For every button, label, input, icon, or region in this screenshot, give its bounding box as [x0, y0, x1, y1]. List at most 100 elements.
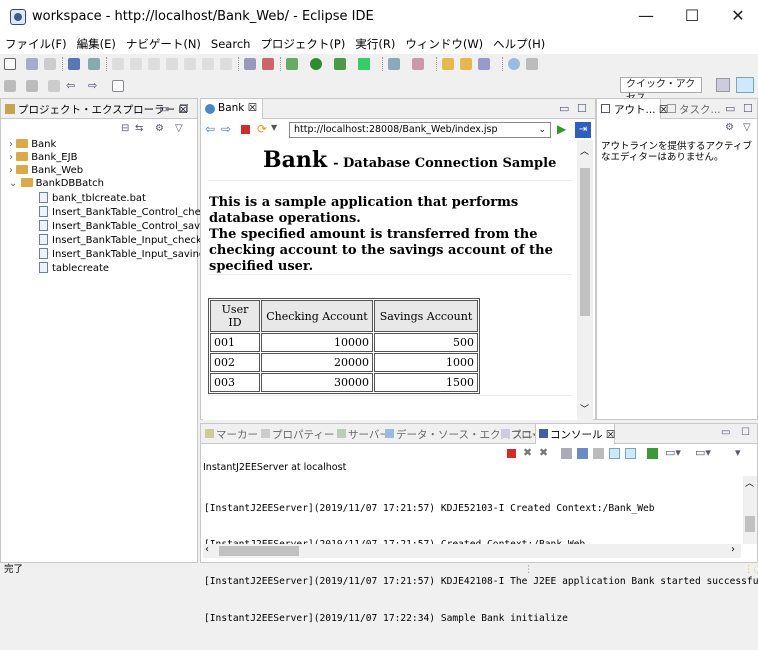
next-annotation-icon[interactable]: [4, 80, 16, 92]
pin-console-icon[interactable]: [647, 448, 658, 459]
remove-all-icon[interactable]: ✖: [539, 446, 548, 459]
view-menu-icon[interactable]: ▽: [175, 123, 183, 134]
menu-window[interactable]: ウィンドウ(W): [400, 34, 488, 54]
perspective-icon[interactable]: [716, 78, 730, 92]
bank-tab[interactable]: Bank ☒: [218, 102, 257, 114]
disconnect-icon[interactable]: [166, 58, 178, 70]
minimize-view-icon[interactable]: ▭: [725, 102, 735, 115]
show-on-stderr-icon[interactable]: [625, 448, 636, 459]
back-icon[interactable]: ⇦: [66, 80, 78, 92]
refresh-icon[interactable]: ⟳: [257, 122, 267, 136]
step-over-icon[interactable]: [202, 58, 214, 70]
maximize-view-icon[interactable]: ☐: [179, 102, 189, 115]
maximize-view-icon[interactable]: ☐: [743, 102, 753, 115]
scroll-right-icon[interactable]: ›: [731, 544, 735, 555]
tree-item-file[interactable]: tablecreate: [39, 262, 109, 275]
skip-breakpoints-icon[interactable]: [88, 58, 100, 70]
maximize-button[interactable]: ☐: [672, 4, 712, 28]
browser-menu-icon[interactable]: ⇥: [575, 122, 591, 138]
tree-item-bankdbbatch[interactable]: ⌄ BankDBBatch: [9, 178, 104, 190]
server-icon[interactable]: [244, 58, 256, 70]
scroll-lock-icon[interactable]: [577, 448, 588, 459]
scroll-up-icon[interactable]: ︿: [580, 144, 589, 157]
menu-run[interactable]: 実行(R): [350, 34, 400, 54]
open-type-icon[interactable]: [442, 58, 454, 70]
coverage-icon[interactable]: [334, 58, 346, 70]
minimize-editor-icon[interactable]: ▭: [559, 102, 569, 115]
console-tab[interactable]: コンソール ☒: [539, 427, 615, 442]
tree-item-file[interactable]: Insert_BankTable_Input_checking: [39, 234, 217, 247]
suspend-icon[interactable]: [130, 58, 142, 70]
open-perspective-icon[interactable]: [112, 80, 124, 92]
new-class-icon[interactable]: [388, 58, 400, 70]
minimize-view-icon[interactable]: ▭: [721, 427, 730, 438]
save-all-icon[interactable]: [44, 58, 56, 70]
scroll-thumb[interactable]: [580, 168, 590, 316]
run-icon[interactable]: [310, 58, 322, 70]
misc-icon[interactable]: [526, 58, 538, 70]
display-console-icon[interactable]: ▭▾: [665, 446, 681, 459]
open-console-icon[interactable]: ▭▾: [695, 446, 711, 459]
tool-icon[interactable]: [262, 58, 274, 70]
task-tab[interactable]: タスク...: [679, 102, 721, 117]
open-folder-icon[interactable]: [460, 58, 472, 70]
quick-access-field[interactable]: クイック・アクセス: [620, 77, 702, 104]
markers-tab[interactable]: マーカー: [205, 427, 258, 442]
menu-help[interactable]: ヘルプ(H): [488, 34, 550, 54]
terminate-icon[interactable]: [507, 449, 516, 458]
scroll-down-icon[interactable]: ﹀: [580, 402, 589, 415]
maximize-view-icon[interactable]: ☐: [741, 427, 750, 438]
view-menu-icon[interactable]: ▾: [735, 446, 741, 459]
link-editor-icon[interactable]: ⇆: [135, 123, 143, 134]
step-return-icon[interactable]: [220, 58, 232, 70]
remove-launch-icon[interactable]: ✖: [523, 446, 532, 459]
external-tools-icon[interactable]: [358, 58, 370, 70]
java-ee-perspective-icon[interactable]: [736, 77, 754, 93]
tree-item-file[interactable]: Insert_BankTable_Input_saving: [39, 248, 205, 261]
menu-file[interactable]: ファイル(F): [0, 34, 72, 54]
terminate-icon[interactable]: [148, 58, 160, 70]
tree-item-bank-web[interactable]: › Bank_Web: [9, 165, 83, 177]
menu-navigate[interactable]: ナビゲート(N): [121, 34, 206, 54]
scroll-left-icon[interactable]: ‹: [205, 544, 209, 555]
properties-tab[interactable]: プロパティー: [261, 427, 334, 442]
tree-item-file[interactable]: Insert_BankTable_Control_saving: [39, 220, 216, 233]
clear-console-icon[interactable]: [561, 448, 572, 459]
go-icon[interactable]: ▶: [557, 122, 566, 136]
stop-icon[interactable]: [241, 125, 250, 134]
last-edit-icon[interactable]: [48, 80, 60, 92]
forward-icon[interactable]: ⇨: [221, 122, 231, 136]
browser-scrollbar[interactable]: ︿ ﹀: [577, 140, 593, 420]
menu-project[interactable]: プロジェクト(P): [255, 34, 350, 54]
focus-icon[interactable]: ⚙: [155, 123, 164, 134]
chevron-down-icon[interactable]: ▼: [271, 123, 277, 132]
word-wrap-icon[interactable]: [593, 448, 604, 459]
url-input[interactable]: http://localhost:28008/Bank_Web/index.js…: [289, 122, 551, 138]
maximize-editor-icon[interactable]: ☐: [577, 102, 587, 115]
close-button[interactable]: ✕: [718, 4, 758, 28]
tree-item-file[interactable]: bank_tblcreate.bat: [39, 192, 146, 205]
save-icon[interactable]: [26, 58, 38, 70]
minimize-view-icon[interactable]: ▭: [159, 102, 169, 115]
focus-icon[interactable]: ⚙: [725, 122, 734, 133]
new-package-icon[interactable]: [412, 58, 424, 70]
progress-icon[interactable]: ⋮◌: [744, 563, 758, 576]
console-hscrollbar[interactable]: ‹ ›: [203, 544, 741, 558]
terminal-icon[interactable]: [68, 58, 80, 70]
servers-tab[interactable]: サーバー: [337, 427, 390, 442]
outline-tab[interactable]: アウト... ☒: [614, 102, 668, 117]
debug-icon[interactable]: [286, 58, 298, 70]
tree-item-bank[interactable]: › Bank: [9, 139, 56, 151]
globe-icon[interactable]: [508, 58, 520, 70]
resume-icon[interactable]: [112, 58, 124, 70]
back-icon[interactable]: ⇦: [205, 122, 215, 136]
minimize-button[interactable]: —: [626, 4, 666, 28]
step-into-icon[interactable]: [184, 58, 196, 70]
forward-icon[interactable]: ⇨: [88, 80, 100, 92]
menu-search[interactable]: Search: [206, 34, 256, 54]
new-icon[interactable]: [4, 58, 16, 70]
collapse-all-icon[interactable]: ⊟: [121, 123, 129, 134]
menu-edit[interactable]: 編集(E): [72, 34, 121, 54]
scroll-up-icon[interactable]: ︿: [745, 476, 754, 489]
tree-item-bank-ejb[interactable]: › Bank_EJB: [9, 152, 77, 164]
